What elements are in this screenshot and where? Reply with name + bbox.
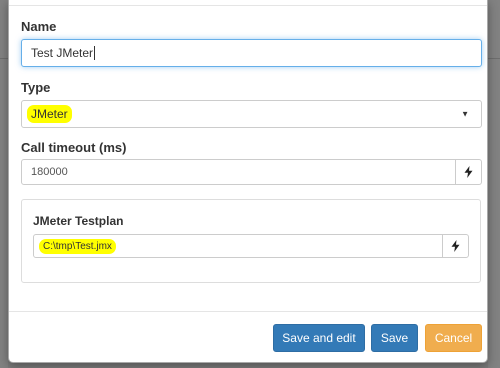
testplan-panel-label: JMeter Testplan (33, 214, 124, 228)
backdrop-left (0, 0, 8, 368)
bolt-icon (451, 240, 460, 252)
edit-modal: Name Test JMeter Type JMeter ▼ Call time… (8, 0, 488, 363)
type-select[interactable]: JMeter ▼ (21, 100, 482, 128)
timeout-value: 180000 (31, 166, 68, 178)
bolt-icon (464, 166, 473, 178)
testplan-value: C:\tmp\Test.jmx (39, 238, 116, 254)
timeout-input[interactable]: 180000 (21, 159, 482, 185)
name-input[interactable]: Test JMeter (21, 39, 482, 67)
testplan-panel: JMeter Testplan C:\tmp\Test.jmx (21, 199, 481, 283)
name-value: Test JMeter (31, 46, 94, 60)
type-value: JMeter (27, 105, 72, 123)
save-button[interactable]: Save (371, 324, 418, 352)
type-label: Type (21, 80, 51, 95)
modal-footer-divider (9, 311, 487, 312)
testplan-input[interactable]: C:\tmp\Test.jmx (33, 234, 469, 258)
timeout-label: Call timeout (ms) (21, 140, 127, 155)
testplan-addon-button[interactable] (442, 235, 468, 257)
backdrop-divider (488, 58, 500, 59)
backdrop-divider (0, 58, 8, 59)
cancel-button[interactable]: Cancel (425, 324, 482, 352)
save-and-edit-button[interactable]: Save and edit (273, 324, 365, 352)
text-caret (94, 46, 96, 60)
chevron-down-icon: ▼ (461, 109, 469, 119)
timeout-addon-button[interactable] (455, 160, 481, 184)
name-label: Name (21, 19, 57, 34)
modal-header-divider (9, 5, 487, 6)
backdrop-right (488, 0, 500, 368)
